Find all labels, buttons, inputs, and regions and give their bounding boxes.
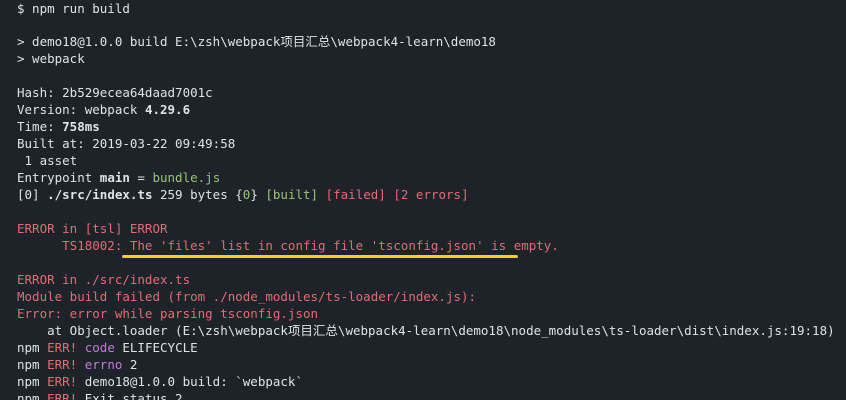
build-built-at: Built at: 2019-03-22 09:49:58 bbox=[17, 136, 236, 151]
module-close: } bbox=[250, 187, 266, 202]
npm-err-tag: ERR! bbox=[47, 340, 78, 355]
module-index: [0] bbox=[17, 187, 48, 202]
time-label: Time: bbox=[17, 119, 63, 134]
npm-err-key: errno bbox=[84, 357, 123, 372]
module-path: ./src/index.ts bbox=[47, 187, 153, 202]
version-value: 4.29.6 bbox=[144, 102, 191, 117]
module-failed-badge: [failed] bbox=[325, 187, 386, 202]
highlight-underline bbox=[122, 255, 518, 258]
module-built-badge: [built] bbox=[265, 187, 319, 202]
entrypoint-eq: = bbox=[129, 170, 153, 185]
entrypoint-label: Entrypoint bbox=[17, 170, 100, 185]
npm-err-value: ELIFECYCLE bbox=[114, 340, 198, 355]
error-module-build-failed: Module build failed (from ./node_modules… bbox=[17, 289, 477, 304]
version-label: Version: webpack bbox=[17, 102, 145, 117]
prompt-line: $ npm run build bbox=[17, 1, 130, 16]
entrypoint-file: bundle.js bbox=[152, 170, 221, 185]
npm-err-tag: ERR! bbox=[47, 374, 78, 389]
build-time: Time: 758ms bbox=[17, 118, 100, 135]
npm-err-value: 2 bbox=[122, 357, 138, 372]
error-tsl-message: TS18002: The 'files' list in config file… bbox=[17, 238, 559, 253]
entrypoint-line: Entrypoint main = bundle.js bbox=[17, 169, 220, 186]
npm-err-code: npm ERR! code ELIFECYCLE bbox=[17, 339, 198, 356]
module-line: [0] ./src/index.ts 259 bytes {0} [built]… bbox=[17, 186, 469, 203]
npm-prefix: npm bbox=[17, 374, 48, 389]
npm-script-line: > demo18@1.0.0 build E:\zsh\webpack项目汇总\… bbox=[17, 34, 496, 49]
npm-prefix: npm bbox=[17, 340, 48, 355]
npm-err-tag: ERR! bbox=[47, 357, 78, 372]
error-index-heading: ERROR in ./src/index.ts bbox=[17, 272, 191, 287]
npm-prefix: npm bbox=[17, 357, 48, 372]
error-parsing-tsconfig: Error: error while parsing tsconfig.json bbox=[17, 306, 319, 321]
entrypoint-name: main bbox=[99, 170, 130, 185]
time-value: 758ms bbox=[62, 119, 100, 134]
npm-err-tag: ERR! bbox=[47, 391, 78, 400]
error-stack-trace: at Object.loader (E:\zsh\webpack项目汇总\web… bbox=[17, 323, 835, 338]
terminal-window[interactable]: $ npm run build > demo18@1.0.0 build E:\… bbox=[0, 0, 846, 400]
build-version: Version: webpack 4.29.6 bbox=[17, 101, 190, 118]
build-asset-count: 1 asset bbox=[17, 153, 78, 168]
npm-err-build: npm ERR! demo18@1.0.0 build: `webpack` bbox=[17, 373, 303, 390]
module-errors-badge: [2 errors] bbox=[393, 187, 469, 202]
build-hash: Hash: 2b529ecea64daad7001c bbox=[17, 85, 213, 100]
npm-prefix: npm bbox=[17, 391, 48, 400]
npm-err-exit: npm ERR! Exit status 2 bbox=[17, 390, 183, 400]
npm-err-message: Exit status 2 bbox=[77, 391, 183, 400]
module-size: 259 bytes { bbox=[152, 187, 243, 202]
npm-err-message: demo18@1.0.0 build: `webpack` bbox=[77, 374, 303, 389]
npm-err-errno: npm ERR! errno 2 bbox=[17, 356, 137, 373]
npm-err-key: code bbox=[84, 340, 115, 355]
npm-script-command: > webpack bbox=[17, 51, 85, 66]
error-tsl-heading: ERROR in [tsl] ERROR bbox=[17, 221, 168, 236]
